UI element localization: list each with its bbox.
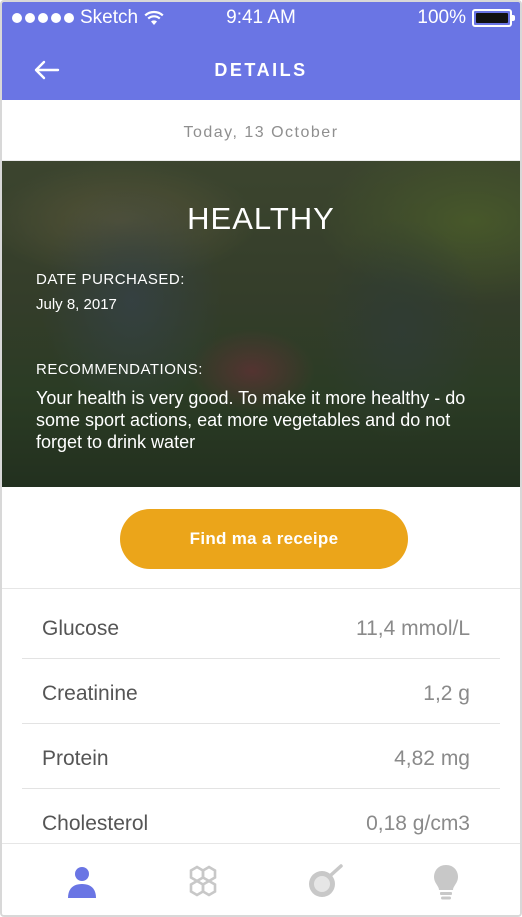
recommendations-text: Your health is very good. To make it mor… xyxy=(36,388,466,452)
person-icon[interactable] xyxy=(62,862,102,902)
cta-section: Find ma a receipe xyxy=(2,487,520,589)
metric-name: Creatinine xyxy=(42,682,138,705)
phone-screen: Sketch 9:41 AM 100% DETAILS Today, 13 Oc… xyxy=(0,0,522,917)
pan-icon[interactable] xyxy=(304,862,344,902)
top-bar: Sketch 9:41 AM 100% DETAILS xyxy=(2,2,520,100)
health-status-title: HEALTHY xyxy=(187,201,335,236)
metric-value: 0,18 g/cm3 xyxy=(366,812,470,835)
status-right: 100% xyxy=(417,7,515,29)
metric-value: 4,82 mg xyxy=(394,747,470,770)
status-bar: Sketch 9:41 AM 100% xyxy=(2,2,520,34)
page-title: DETAILS xyxy=(214,60,308,80)
health-hero-card: HEALTHY DATE PURCHASED: July 8, 2017 REC… xyxy=(2,161,520,487)
metric-row-creatinine[interactable]: Creatinine 1,2 g xyxy=(22,659,500,724)
metric-name: Cholesterol xyxy=(42,812,149,835)
hexagon-icon[interactable] xyxy=(183,862,223,902)
metrics-list: Glucose 11,4 mmol/L Creatinine 1,2 g Pro… xyxy=(2,594,520,854)
lightbulb-icon[interactable] xyxy=(426,862,466,902)
recommendations-label: RECOMMENDATIONS: xyxy=(36,361,203,378)
find-recipe-button[interactable]: Find ma a receipe xyxy=(120,509,408,569)
nav-bar: DETAILS xyxy=(2,42,520,100)
metric-row-glucose[interactable]: Glucose 11,4 mmol/L xyxy=(22,594,500,659)
date-purchased-value: July 8, 2017 xyxy=(36,296,117,313)
metric-value: 11,4 mmol/L xyxy=(356,617,470,640)
metric-name: Glucose xyxy=(42,617,120,640)
metric-name: Protein xyxy=(42,747,109,770)
metric-row-protein[interactable]: Protein 4,82 mg xyxy=(22,724,500,789)
metric-value: 1,2 g xyxy=(423,682,470,705)
date-purchased-label: DATE PURCHASED: xyxy=(36,271,185,288)
tab-bar xyxy=(2,843,520,915)
date-header: Today, 13 October xyxy=(2,100,520,161)
battery-icon xyxy=(472,9,515,27)
battery-label: 100% xyxy=(417,7,466,28)
